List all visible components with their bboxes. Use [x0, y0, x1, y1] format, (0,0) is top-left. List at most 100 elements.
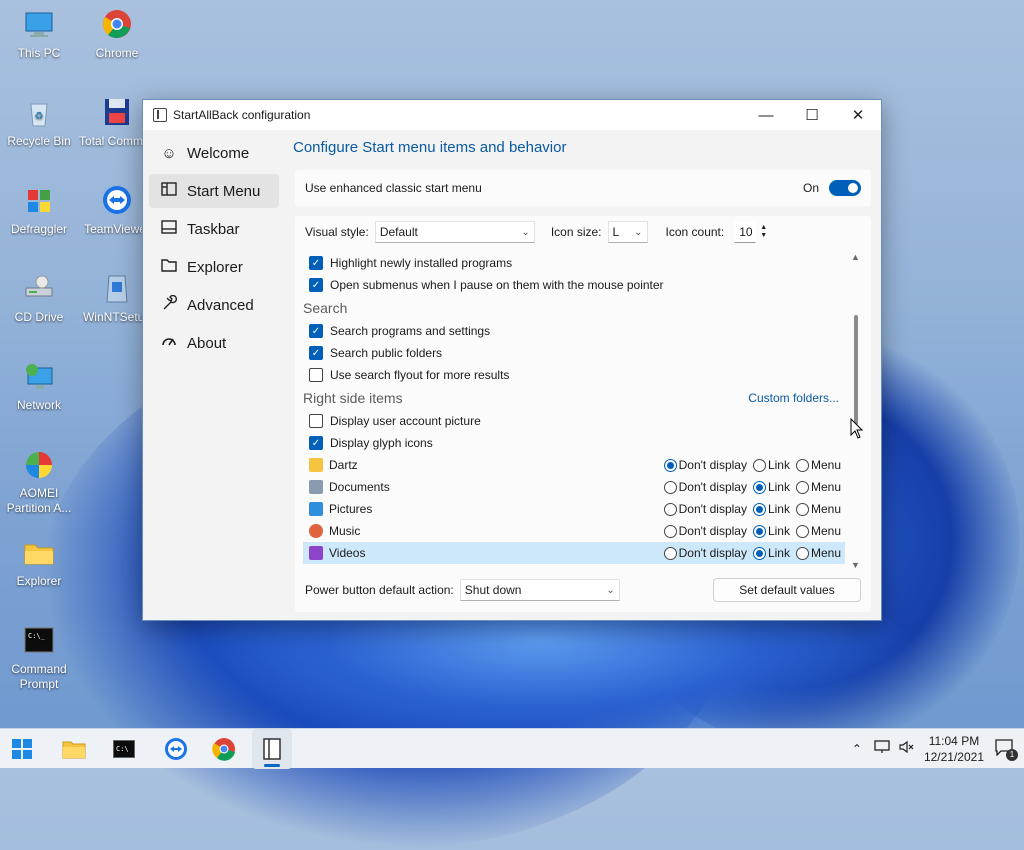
option-label: Display glyph icons — [330, 436, 433, 450]
sidebar-item-taskbar[interactable]: Taskbar — [149, 212, 279, 246]
maximize-button[interactable]: ☐ — [789, 100, 835, 130]
radio-link[interactable]: Link — [752, 458, 790, 472]
aomei-icon — [22, 448, 56, 482]
total-commander-icon — [100, 96, 134, 130]
enhanced-menu-toggle[interactable] — [829, 180, 861, 196]
stepper-down-icon[interactable]: ▼ — [760, 232, 767, 240]
sidebar-item-label: Explorer — [187, 258, 243, 276]
taskbar-cmd[interactable]: C:\ — [104, 729, 144, 769]
desktop-icon-recycle-bin[interactable]: ♻ Recycle Bin — [1, 96, 77, 149]
folder-row-videos[interactable]: Videos Don't display Link Menu — [303, 542, 845, 564]
sidebar-item-explorer[interactable]: Explorer — [149, 250, 279, 284]
enhanced-menu-label: Use enhanced classic start menu — [305, 181, 482, 195]
folder-row-documents[interactable]: Documents Don't display Link Menu — [303, 476, 845, 498]
sidebar-item-advanced[interactable]: Advanced — [149, 288, 279, 322]
minimize-button[interactable]: — — [743, 100, 789, 130]
taskbar-file-explorer[interactable] — [54, 729, 94, 769]
startallback-app-icon — [153, 108, 167, 122]
taskbar-start-button[interactable] — [2, 729, 42, 769]
chevron-down-icon: ⌄ — [606, 584, 615, 596]
desktop-icon-network[interactable]: Network — [1, 360, 77, 413]
scroll-up-icon[interactable]: ▲ — [851, 252, 860, 262]
desktop-icon-chrome[interactable]: Chrome — [79, 8, 155, 61]
radio-dont-display[interactable]: Don't display — [663, 480, 747, 494]
visual-style-dropdown[interactable]: Default ⌄ — [374, 221, 535, 243]
close-button[interactable]: ✕ — [835, 100, 881, 130]
desktop-icon-cd-drive[interactable]: CD Drive — [1, 272, 77, 325]
desktop-icon-aomei[interactable]: AOMEI Partition A... — [1, 448, 77, 516]
checkbox-unchecked[interactable] — [309, 414, 323, 428]
scroll-down-icon[interactable]: ▼ — [851, 560, 860, 570]
main-panel: Configure Start menu items and behavior … — [285, 130, 881, 620]
custom-folders-link[interactable]: Custom folders... — [748, 391, 839, 405]
section-right-side: Right side items Custom folders... — [303, 386, 845, 410]
option-open-submenus[interactable]: ✓ Open submenus when I pause on them wit… — [303, 274, 845, 296]
radio-dont-display[interactable]: Don't display — [663, 458, 747, 472]
option-user-picture[interactable]: Display user account picture — [303, 410, 845, 432]
option-highlight-new[interactable]: ✓ Highlight newly installed programs — [303, 252, 845, 274]
sidebar-item-start-menu[interactable]: Start Menu — [149, 174, 279, 208]
scrollbar-thumb[interactable] — [854, 315, 858, 425]
music-icon — [309, 524, 323, 538]
folder-row-pictures[interactable]: Pictures Don't display Link Menu — [303, 498, 845, 520]
radio-link[interactable]: Link — [752, 480, 790, 494]
title-bar[interactable]: StartAllBack configuration — ☐ ✕ — [143, 100, 881, 130]
radio-menu[interactable]: Menu — [795, 546, 841, 560]
option-search-programs[interactable]: ✓ Search programs and settings — [303, 320, 845, 342]
radio-menu[interactable]: Menu — [795, 524, 841, 538]
folder-label: Documents — [329, 480, 390, 494]
power-action-dropdown[interactable]: Shut down ⌄ — [459, 579, 620, 601]
icon-count-stepper[interactable]: ▲ ▼ — [760, 224, 767, 240]
set-default-values-button[interactable]: Set default values — [713, 578, 861, 602]
sidebar-item-welcome[interactable]: ☺ Welcome — [149, 136, 279, 170]
display-icon[interactable] — [874, 740, 890, 757]
desktop-icon-this-pc[interactable]: This PC — [1, 8, 77, 61]
checkbox-checked[interactable]: ✓ — [309, 436, 323, 450]
radio-menu[interactable]: Menu — [795, 480, 841, 494]
svg-text:C:\_: C:\_ — [28, 632, 46, 640]
sidebar-item-about[interactable]: About — [149, 326, 279, 360]
chevron-down-icon: ⌄ — [634, 226, 643, 238]
taskbar-chrome[interactable] — [204, 729, 244, 769]
radio-link[interactable]: Link — [752, 524, 790, 538]
desktop-icon-defraggler[interactable]: Defraggler — [1, 184, 77, 237]
stepper-up-icon[interactable]: ▲ — [760, 224, 767, 232]
radio-dont-display[interactable]: Don't display — [663, 502, 747, 516]
bottom-bar: Power button default action: Shut down ⌄… — [295, 574, 871, 606]
folder-row-music[interactable]: Music Don't display Link Menu — [303, 520, 845, 542]
desktop-icon-explorer[interactable]: Explorer — [1, 536, 77, 589]
checkbox-checked[interactable]: ✓ — [309, 256, 323, 270]
folder-label: Dartz — [329, 458, 358, 472]
checkbox-checked[interactable]: ✓ — [309, 346, 323, 360]
radio-menu[interactable]: Menu — [795, 458, 841, 472]
options-list: ✓ Highlight newly installed programs ✓ O… — [303, 252, 845, 570]
radio-link[interactable]: Link — [752, 546, 790, 560]
network-icon — [22, 360, 56, 394]
icon-count-input[interactable]: 10 — [734, 221, 757, 243]
folder-row-dartz[interactable]: Dartz Don't display Link Menu — [303, 454, 845, 476]
radio-dont-display[interactable]: Don't display — [663, 546, 747, 560]
notification-center-icon[interactable]: 1 — [994, 738, 1018, 761]
notification-badge: 1 — [1006, 749, 1018, 761]
radio-link[interactable]: Link — [752, 502, 790, 516]
radio-dont-display[interactable]: Don't display — [663, 524, 747, 538]
speaker-muted-icon[interactable] — [898, 740, 914, 757]
chrome-icon — [212, 737, 235, 761]
checkbox-unchecked[interactable] — [309, 368, 323, 382]
option-glyph-icons[interactable]: ✓ Display glyph icons — [303, 432, 845, 454]
windows-start-icon — [12, 738, 32, 759]
option-search-flyout[interactable]: Use search flyout for more results — [303, 364, 845, 386]
radio-menu[interactable]: Menu — [795, 502, 841, 516]
desktop-icon-command-prompt[interactable]: C:\_ Command Prompt — [1, 624, 77, 692]
file-explorer-icon — [62, 741, 86, 758]
checkbox-checked[interactable]: ✓ — [309, 278, 323, 292]
sidebar-item-label: Taskbar — [187, 220, 240, 238]
clock[interactable]: 11:04 PM 12/21/2021 — [924, 733, 984, 765]
taskbar-teamviewer[interactable] — [156, 729, 196, 769]
icon-size-dropdown[interactable]: L ⌄ — [607, 221, 648, 243]
taskbar-startallback[interactable] — [252, 728, 292, 769]
options-scrollbar[interactable]: ▲ ▼ — [849, 252, 863, 570]
chevron-up-icon[interactable]: ⌃ — [852, 742, 862, 756]
checkbox-checked[interactable]: ✓ — [309, 324, 323, 338]
option-search-public[interactable]: ✓ Search public folders — [303, 342, 845, 364]
